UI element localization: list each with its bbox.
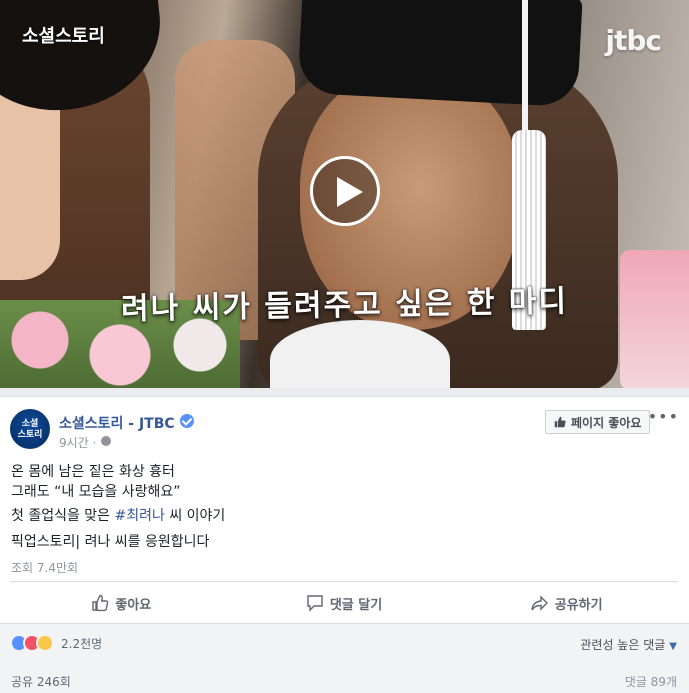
- more-icon[interactable]: •••: [648, 407, 679, 426]
- comment-button[interactable]: 댓글 달기: [233, 583, 456, 623]
- like-page-button[interactable]: 페이지 좋아요: [545, 410, 651, 434]
- video-frame-graduation-cap: [297, 0, 583, 108]
- post-text-line4: 픽업스토리| 려나 씨를 응원합니다: [11, 534, 210, 550]
- view-count: 조회 7.4만회: [11, 561, 79, 575]
- play-icon: [337, 177, 363, 207]
- action-bar: 좋아요 댓글 달기 공유하기: [10, 583, 678, 623]
- comment-label: 댓글 달기: [329, 597, 383, 613]
- comment-icon: [307, 595, 323, 612]
- play-button[interactable]: [310, 156, 380, 226]
- chevron-down-icon: ▼: [669, 641, 677, 652]
- comment-sort-label: 관련성 높은 댓글: [580, 638, 666, 652]
- video-player[interactable]: 소셜스토리 jtbc 려나 씨가 들려주고 싶은 한 마디: [0, 0, 689, 388]
- post-text-line1: 온 몸에 남은 짙은 화상 흉터: [11, 464, 175, 480]
- avatar-text-line1: 소셜: [21, 419, 39, 429]
- reaction-count: 2.2천명: [61, 636, 103, 651]
- divider: [10, 581, 678, 582]
- share-label: 공유하기: [554, 597, 603, 613]
- hashtag-link[interactable]: #최려나: [115, 508, 165, 524]
- share-button[interactable]: 공유하기: [455, 583, 678, 623]
- share-count[interactable]: 공유 246회: [11, 673, 71, 690]
- post-timestamp[interactable]: 9시간 ·: [59, 434, 96, 451]
- reaction-summary[interactable]: 2.2천명: [10, 634, 102, 652]
- jtbc-logo: jtbc: [605, 24, 662, 57]
- page-name-link[interactable]: 소셜스토리 - JTBC: [59, 413, 175, 433]
- comment-sort-dropdown[interactable]: 관련성 높은 댓글 ▼: [580, 636, 677, 653]
- comment-count[interactable]: 댓글 89개: [625, 673, 677, 690]
- avatar-text-line2: 스토리: [17, 430, 43, 440]
- thumbs-up-icon: [554, 416, 566, 428]
- sad-reaction-icon: [36, 634, 54, 652]
- like-label: 좋아요: [115, 597, 152, 613]
- post-footer: 2.2천명 관련성 높은 댓글 ▼ 공유 246회 댓글 89개: [0, 623, 689, 693]
- like-button[interactable]: 좋아요: [10, 583, 233, 623]
- post-text-line3: 첫 졸업식을 맞은 #최려나 씨 이야기: [11, 505, 225, 525]
- post-text-line3-suffix: 씨 이야기: [164, 508, 226, 524]
- video-brand-label: 소셜스토리: [22, 26, 105, 47]
- thumbs-up-icon: [92, 594, 109, 612]
- globe-icon: [101, 436, 111, 446]
- verified-icon: [180, 414, 194, 428]
- video-frame-tassel-cord: [522, 0, 528, 130]
- like-page-label: 페이지 좋아요: [571, 415, 642, 430]
- avatar[interactable]: 소셜 스토리: [10, 409, 50, 449]
- post-card: 소셜 스토리 소셜스토리 - JTBC 9시간 · 페이지 좋아요 ••• 온 …: [0, 396, 689, 693]
- post-text-line3-prefix: 첫 졸업식을 맞은: [11, 508, 115, 524]
- share-icon: [531, 595, 548, 611]
- post-text-line2: 그래도 “내 모습을 사랑해요”: [11, 484, 181, 500]
